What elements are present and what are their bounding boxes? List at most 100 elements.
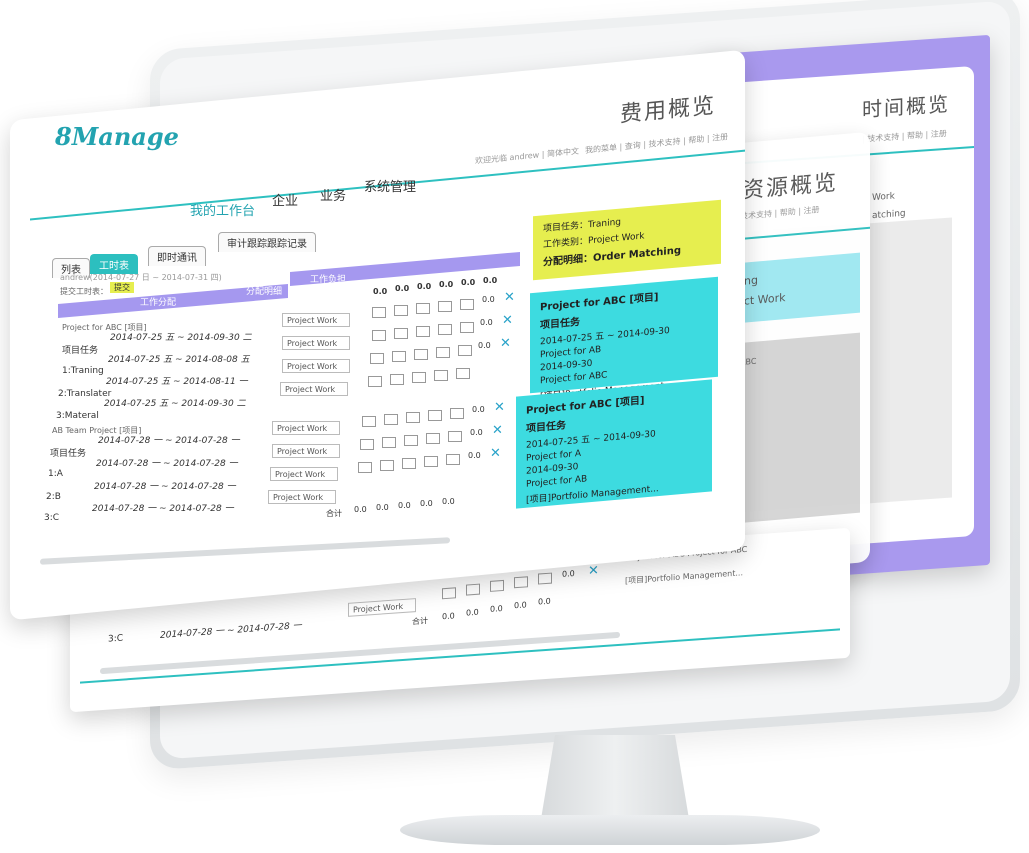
row-label: 2:B	[46, 492, 61, 502]
nav-business[interactable]: 业务	[320, 185, 346, 204]
hours-cell[interactable]	[360, 439, 374, 450]
tab-audit-trail[interactable]: 审计跟踪跟踪记录	[218, 232, 316, 252]
submit-button[interactable]: 提交	[110, 282, 134, 293]
hours-cell[interactable]	[466, 583, 480, 596]
remove-row-icon[interactable]: ✕	[502, 313, 513, 328]
hours-cell[interactable]	[460, 322, 474, 333]
hours-cell[interactable]	[392, 351, 406, 362]
hours-cell[interactable]	[434, 370, 448, 381]
work-type-select[interactable]: Project Work	[272, 421, 340, 435]
hours-cell[interactable]	[424, 456, 438, 467]
time-overview-title: 时间概览	[862, 91, 950, 122]
hours-cell[interactable]	[416, 303, 430, 314]
row-total: 0.0	[480, 318, 493, 327]
resource-card: hing ject Work	[730, 252, 860, 324]
hours-cell[interactable]	[384, 414, 398, 425]
hours-cell[interactable]	[412, 372, 426, 383]
hours-cell[interactable]	[358, 462, 372, 473]
hours-cell[interactable]	[414, 349, 428, 360]
hours-cell[interactable]	[372, 307, 386, 318]
project-card[interactable]: Project for ABC [项目] 项目任务 2014-07-25 五 ~…	[516, 379, 712, 509]
hours-cell[interactable]	[370, 353, 384, 364]
hours-cell[interactable]	[404, 435, 418, 446]
work-type-select[interactable]: Project Work	[270, 467, 338, 481]
resource-overview-title: 资源概览	[742, 170, 839, 204]
row-dates: 2014-07-28 一 ~ 2014-07-28 一	[92, 504, 234, 514]
work-type-select[interactable]: Project Work	[268, 490, 336, 504]
hours-cell[interactable]	[490, 579, 504, 592]
sum-value: 0.0	[442, 611, 455, 622]
hours-cell[interactable]	[406, 412, 420, 423]
hours-cell[interactable]	[402, 458, 416, 469]
hours-cell[interactable]	[394, 305, 408, 316]
row-label: 1:Traning	[62, 366, 104, 376]
hours-cell[interactable]	[438, 301, 452, 312]
sum-value: 0.0	[466, 607, 479, 618]
remove-row-icon[interactable]: ✕	[588, 563, 599, 579]
hours-cell[interactable]	[436, 347, 450, 358]
hours-cell[interactable]	[382, 437, 396, 448]
hours-cell[interactable]	[446, 454, 460, 465]
hours-cell[interactable]	[448, 431, 462, 442]
sum-value: 0.0	[442, 497, 455, 506]
row-dates: 2014-07-28 一 ~ 2014-07-28 一	[94, 482, 236, 492]
hours-cell[interactable]	[538, 572, 552, 585]
remove-row-icon[interactable]: ✕	[504, 290, 515, 305]
hours-cell[interactable]	[362, 416, 376, 427]
tab-timesheet[interactable]: 工时表	[90, 254, 138, 274]
sum-value: 0.0	[538, 596, 551, 607]
hours-cell[interactable]	[514, 576, 528, 589]
work-type-select[interactable]: Project Work	[282, 336, 350, 350]
row-total: 0.0	[482, 295, 495, 304]
remove-row-icon[interactable]: ✕	[494, 400, 505, 415]
hours-cell[interactable]	[438, 324, 452, 335]
hours-cell[interactable]	[460, 299, 474, 310]
hours-cell[interactable]	[368, 376, 382, 387]
work-type-select[interactable]: Project Work	[282, 313, 350, 327]
nav-my-workbench[interactable]: 我的工作台	[190, 200, 255, 219]
row-total: 0.0	[562, 568, 575, 579]
monitor-stand-base	[400, 815, 820, 845]
row-total: 0.0	[470, 428, 483, 437]
remove-row-icon[interactable]: ✕	[492, 423, 503, 438]
row-dates: 2014-07-25 五 ~ 2014-09-30 二	[104, 399, 246, 409]
row-label: 项目任务	[62, 346, 99, 356]
ghost-link[interactable]: [项目]Portfolio Management...	[625, 567, 743, 586]
time-overview-links[interactable]: | 技术支持 | 帮助 | 注册	[862, 128, 947, 145]
hours-cell[interactable]	[458, 345, 472, 356]
sum-value: 0.0	[354, 505, 367, 514]
hours-cell[interactable]	[372, 330, 386, 341]
resource-overview-links[interactable]: 技术支持 | 帮助 | 注册	[740, 204, 820, 222]
hours-cell[interactable]	[416, 326, 430, 337]
sum-label: 合计	[412, 616, 428, 627]
hours-cell[interactable]	[380, 460, 394, 471]
work-type-select[interactable]: Project Work	[280, 382, 348, 396]
submit-label: 提交工时表：	[60, 287, 108, 296]
nav-system-admin[interactable]: 系统管理	[364, 176, 416, 195]
sum-value: 0.0	[398, 501, 411, 510]
remove-row-icon[interactable]: ✕	[500, 336, 511, 351]
hours-cell[interactable]	[450, 408, 464, 419]
hours-cell[interactable]	[426, 433, 440, 444]
row-dates: 2014-07-25 五 ~ 2014-09-30 二	[110, 333, 252, 343]
work-type-select[interactable]: Project Work	[272, 444, 340, 458]
remove-row-icon[interactable]: ✕	[490, 446, 501, 461]
work-type-select[interactable]: Project Work	[348, 598, 416, 617]
row-label: 项目任务	[50, 449, 87, 459]
hours-cell[interactable]	[456, 368, 470, 379]
day-total: 0.0	[483, 276, 498, 285]
nav-enterprise[interactable]: 企业	[272, 190, 298, 209]
day-total: 0.0	[395, 284, 410, 293]
project-card[interactable]: Project for ABC [项目] 项目任务 2014-07-25 五 ~…	[530, 276, 718, 402]
sum-value: 0.0	[420, 499, 433, 508]
hours-cell[interactable]	[394, 328, 408, 339]
row-total: 0.0	[478, 341, 491, 350]
hours-cell[interactable]	[442, 587, 456, 600]
tab-instant-messaging[interactable]: 即时通讯	[148, 246, 206, 266]
row-label: 1:A	[48, 469, 63, 479]
work-type-select[interactable]: Project Work	[282, 359, 350, 373]
hours-cell[interactable]	[428, 410, 442, 421]
hours-cell[interactable]	[390, 374, 404, 385]
sum-label: 合计	[326, 509, 342, 518]
row-total: 0.0	[468, 451, 481, 460]
